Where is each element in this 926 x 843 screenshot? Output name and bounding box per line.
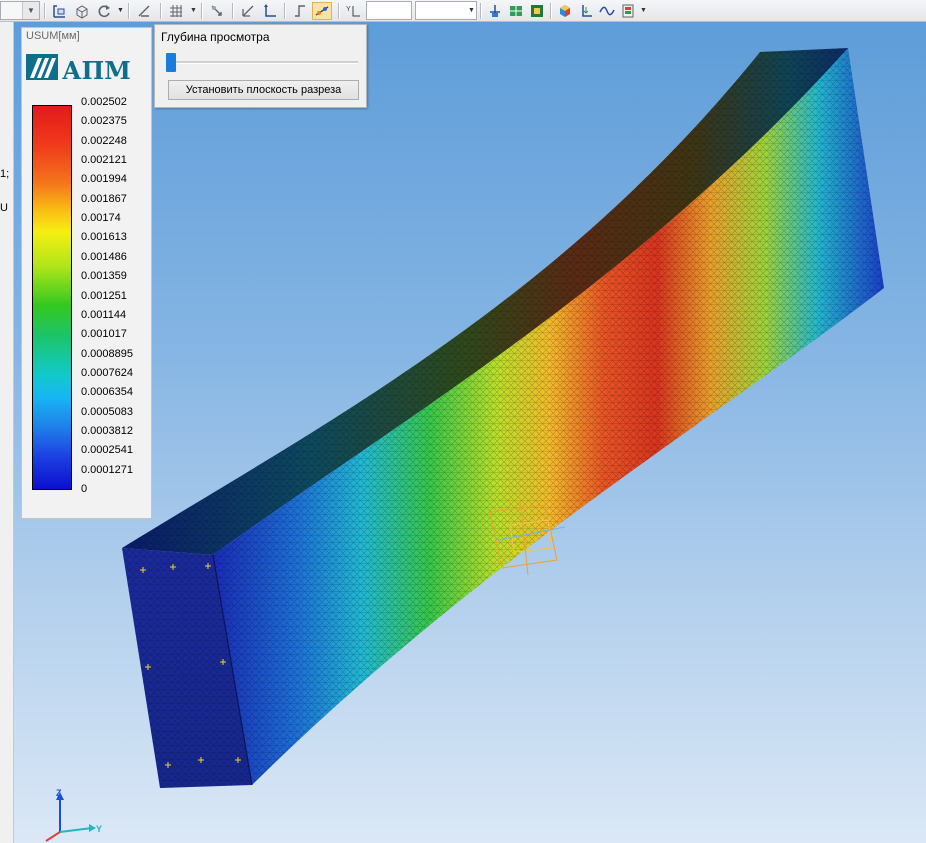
solid-view-icon[interactable] — [527, 2, 547, 20]
axis-triad — [45, 792, 96, 842]
view-depth-slider-track[interactable] — [168, 61, 358, 64]
color-legend-panel: USUM[мм] АПМ 0.002502 0.002375 0.002248 0.0… — [21, 27, 152, 519]
legend-label: 0.0003812 — [81, 424, 133, 437]
toolbar-separator — [232, 3, 234, 19]
legend-label: 0.001359 — [81, 270, 127, 283]
legend-label: 0.002375 — [81, 115, 127, 128]
toolbar-separator — [338, 3, 340, 19]
select-frame-icon[interactable] — [50, 2, 70, 20]
legend-label: 0.001613 — [81, 231, 127, 244]
legend-label: 0.0008895 — [81, 347, 133, 360]
probe-icon[interactable] — [207, 2, 227, 20]
left-panel-strip: 1; U — [0, 22, 14, 843]
measure-icon[interactable] — [134, 2, 154, 20]
grid-icon[interactable] — [166, 2, 186, 20]
corner-icon[interactable] — [290, 2, 310, 20]
legend-label: 0.001017 — [81, 328, 127, 341]
legend-label: 0.001144 — [81, 308, 127, 321]
legend-label: 0.001486 — [81, 250, 127, 263]
view-depth-slider-thumb[interactable] — [166, 53, 176, 72]
svg-text:Y: Y — [346, 6, 351, 13]
legend-label: 0.001251 — [81, 289, 127, 302]
legend-label: 0.002502 — [81, 96, 127, 108]
toolbar-separator — [160, 3, 162, 19]
legend-label: 0.0006354 — [81, 386, 133, 399]
legend-label: 0.0007624 — [81, 366, 133, 379]
legend-label: 0.002121 — [81, 154, 127, 167]
model-view-icon[interactable] — [485, 2, 505, 20]
legend-label: 0.001994 — [81, 173, 127, 186]
view-depth-panel: Глубина просмотра Установить плоскость р… — [154, 24, 367, 108]
chevron-down-icon[interactable]: ▼ — [640, 6, 647, 16]
color-cube-icon[interactable] — [555, 2, 575, 20]
legend-colorbar — [32, 105, 72, 490]
set-section-plane-button[interactable]: Установить плоскость разреза — [168, 80, 359, 100]
legend-title: USUM[мм] — [26, 30, 80, 42]
main-toolbar: ▼ ▼ ▼ Y ▼ ▼ — [0, 0, 926, 22]
rotate-icon[interactable] — [94, 2, 114, 20]
toolbar-separator — [284, 3, 286, 19]
legend-label: 0.0005083 — [81, 405, 133, 418]
load-icon[interactable] — [576, 2, 596, 20]
chevron-down-icon[interactable]: ▼ — [467, 2, 476, 19]
coordinate-field-1[interactable] — [366, 1, 412, 20]
xy-axis-icon[interactable]: Y — [343, 2, 363, 20]
toolbar-separator — [44, 3, 46, 19]
legend-label: 0.001867 — [81, 192, 127, 205]
left-strip-text-2: U — [0, 202, 8, 214]
toolbar-separator — [201, 3, 203, 19]
axis-z-label: Z — [56, 788, 62, 798]
legend-label: 0.0001271 — [81, 463, 133, 476]
coordinate-field-2[interactable]: ▼ — [415, 1, 477, 20]
chevron-down-icon[interactable]: ▼ — [22, 2, 39, 19]
toolbar-separator — [550, 3, 552, 19]
axis-y-label: Y — [96, 824, 103, 834]
legend-label: 0.00174 — [81, 212, 121, 225]
toolbar-separator — [480, 3, 482, 19]
legend-label: 0.002248 — [81, 134, 127, 147]
legend-label: 0.0002541 — [81, 444, 133, 457]
section-plane-icon[interactable] — [312, 2, 332, 20]
view-depth-title: Глубина просмотра — [161, 30, 270, 44]
view-combo[interactable]: ▼ — [0, 1, 40, 20]
mesh-view-icon[interactable] — [506, 2, 526, 20]
move-axes-icon[interactable] — [238, 2, 258, 20]
box-view-icon[interactable] — [72, 2, 92, 20]
legend-logo-text: АПМ — [62, 56, 131, 85]
layers-icon[interactable] — [618, 2, 638, 20]
toolbar-separator — [128, 3, 130, 19]
left-strip-text-1: 1; — [0, 168, 10, 180]
legend-label: 0 — [81, 483, 88, 495]
chevron-down-icon[interactable]: ▼ — [190, 6, 197, 16]
chevron-down-icon[interactable]: ▼ — [117, 6, 124, 16]
axes-icon[interactable] — [260, 2, 280, 20]
wave-icon[interactable] — [597, 2, 617, 20]
